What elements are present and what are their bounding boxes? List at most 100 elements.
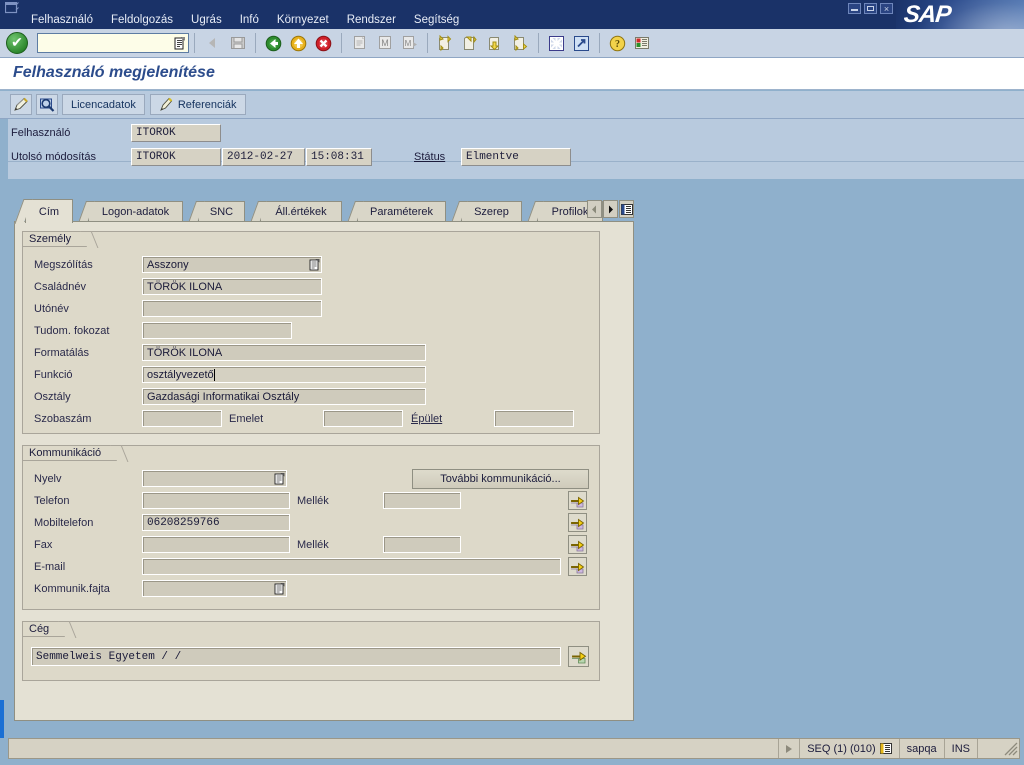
find-icon[interactable]: M [373, 32, 396, 55]
company-input[interactable]: Semmelweis Egyetem / / [31, 647, 561, 666]
menu-item-segitseg[interactable]: Segítség [405, 13, 468, 27]
language-matchcode-icon[interactable] [273, 471, 286, 486]
menu-item-rendszer[interactable]: Rendszer [338, 13, 405, 27]
lastname-input[interactable]: TÖRÖK ILONA [142, 278, 322, 295]
enter-button[interactable] [6, 32, 28, 54]
fax-input[interactable] [142, 536, 290, 553]
room-input[interactable] [142, 410, 222, 427]
tab-scroll-left-button[interactable] [587, 200, 602, 218]
right-triangle-icon [786, 744, 793, 753]
fax-detail-arrow-button[interactable] [568, 535, 587, 554]
create-session-icon[interactable] [545, 32, 568, 55]
tab-snc[interactable]: SNC [198, 201, 245, 222]
sap-logo: SAP [902, 1, 952, 28]
system-toolbar: M M [0, 29, 1024, 58]
customize-layout-icon[interactable] [631, 32, 654, 55]
floor-input[interactable] [323, 410, 403, 427]
tab-logon-adatok[interactable]: Logon-adatok [88, 201, 183, 222]
license-data-button[interactable]: Licencadatok [62, 94, 145, 115]
references-button[interactable]: Referenciák [149, 94, 246, 115]
menu-item-feldolgozas[interactable]: Feldolgozás [102, 13, 182, 27]
restore-button[interactable] [864, 3, 877, 14]
email-input[interactable] [142, 558, 561, 575]
email-label: E-mail [34, 561, 66, 573]
command-field-dropdown-icon[interactable] [173, 37, 186, 51]
status-spacer-cell [977, 739, 1003, 758]
resize-grip[interactable] [1003, 739, 1019, 758]
cancel-yellow-arrow-icon[interactable] [287, 32, 310, 55]
menu-item-kornyezet[interactable]: Környezet [268, 13, 338, 27]
shortcut-icon[interactable] [570, 32, 593, 55]
function-label: Funkció [34, 369, 73, 381]
firstname-input[interactable] [142, 300, 322, 317]
first-page-icon[interactable] [434, 32, 457, 55]
mobile-input[interactable]: 06208259766 [142, 514, 290, 531]
comm-type-matchcode-icon[interactable] [273, 581, 286, 596]
menu-item-ugras[interactable]: Ugrás [182, 13, 231, 27]
last-change-user: ITOROK [131, 147, 221, 166]
tab-cim[interactable]: Cím [25, 199, 73, 223]
svg-text:M: M [381, 38, 389, 48]
function-input[interactable]: osztályvezető [142, 366, 426, 383]
building-input[interactable] [494, 410, 574, 427]
department-input[interactable]: Gazdasági Informatikai Osztály [142, 388, 426, 405]
command-input[interactable] [38, 34, 170, 52]
status-insert-mode-cell[interactable]: INS [943, 739, 977, 758]
command-field[interactable] [37, 33, 189, 53]
company-detail-arrow-button[interactable] [568, 646, 589, 667]
tab-label: SNC [209, 206, 234, 218]
tab-list-button[interactable] [619, 200, 634, 218]
phone-detail-arrow-button[interactable] [568, 491, 587, 510]
more-communication-button[interactable]: További kommunikáció... [412, 469, 589, 489]
tab-all-ertekek[interactable]: Áll.értékek [260, 201, 342, 222]
find-next-icon[interactable]: M [398, 32, 421, 55]
department-label: Osztály [34, 391, 71, 403]
change-pencil-icon[interactable] [10, 94, 32, 115]
tab-scroll-right-button[interactable] [603, 200, 618, 218]
last-change-time: 15:08:31 [306, 147, 372, 166]
previous-page-icon[interactable] [459, 32, 482, 55]
fax-extension-input[interactable] [383, 536, 461, 553]
status-bar: SEQ (1) (010) sapqa INS [8, 738, 1020, 759]
main-content-panel: Cím Logon-adatok SNC Áll.értékek Paramét… [14, 199, 634, 721]
language-label: Nyelv [34, 473, 62, 485]
display-magnifier-icon[interactable] [36, 94, 58, 115]
help-icon[interactable]: ? [606, 32, 629, 55]
phone-input[interactable] [142, 492, 290, 509]
minimize-button[interactable] [848, 3, 861, 14]
comm-type-input[interactable] [142, 580, 287, 597]
window-title-bar: Felhasználó Feldolgozás Ugrás Infó Körny… [0, 0, 1024, 29]
formatting-input[interactable]: TÖRÖK ILONA [142, 344, 426, 361]
status-session-cell[interactable]: SEQ (1) (010) [799, 739, 898, 758]
back-icon[interactable] [201, 32, 224, 55]
save-icon[interactable] [226, 32, 249, 55]
phone-extension-input[interactable] [383, 492, 461, 509]
menu-item-info[interactable]: Infó [231, 13, 268, 27]
exit-green-arrow-icon[interactable] [262, 32, 285, 55]
tab-parameterek[interactable]: Paraméterek [357, 201, 446, 222]
tab-label: Áll.értékek [275, 206, 327, 218]
stop-red-x-icon[interactable] [312, 32, 335, 55]
svg-text:M: M [404, 39, 411, 48]
status-expand-button[interactable] [778, 739, 799, 758]
tab-szerep[interactable]: Szerep [461, 201, 522, 222]
print-icon[interactable] [348, 32, 371, 55]
close-button[interactable]: × [880, 3, 893, 14]
person-group-box: Személy Megszólítás Asszony Családnév TÖ… [22, 231, 600, 434]
tab-strip: Cím Logon-adatok SNC Áll.értékek Paramét… [14, 199, 634, 223]
status-value: Elmentve [461, 147, 571, 166]
mobile-detail-arrow-button[interactable] [568, 513, 587, 532]
last-page-icon[interactable] [509, 32, 532, 55]
next-page-icon[interactable] [484, 32, 507, 55]
salutation-input[interactable]: Asszony [142, 256, 322, 273]
toolbar-divider [341, 33, 342, 53]
page-title: Felhasználó megjelenítése [13, 64, 215, 81]
tab-label: Profilok [551, 206, 589, 218]
status-server-cell[interactable]: sapqa [898, 739, 944, 758]
menu-item-felhasznalo[interactable]: Felhasználó [22, 13, 102, 27]
salutation-matchcode-icon[interactable] [308, 257, 321, 272]
language-input[interactable] [142, 470, 287, 487]
menu-label: Ugrás [191, 13, 222, 26]
academic-title-input[interactable] [142, 322, 292, 339]
email-detail-arrow-button[interactable] [568, 557, 587, 576]
